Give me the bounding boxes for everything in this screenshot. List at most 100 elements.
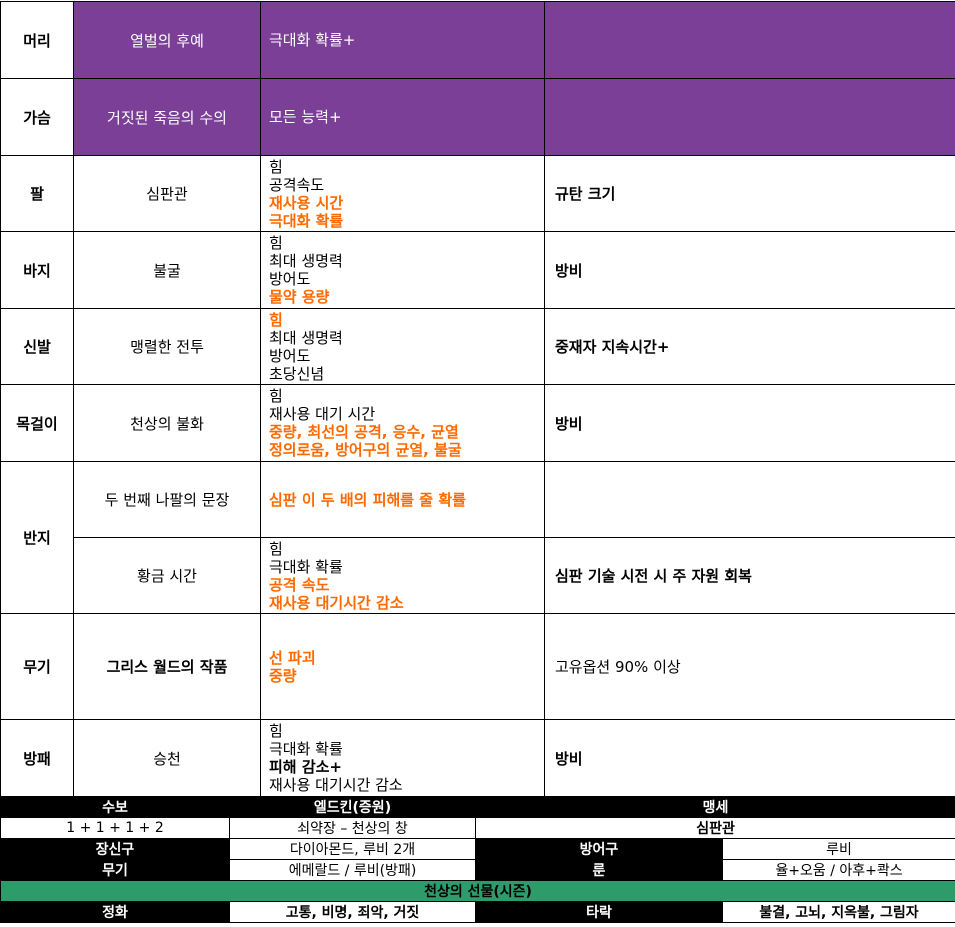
extra-option: 중재자 지속시간+ <box>544 308 955 385</box>
item-name: 천상의 불화 <box>73 384 261 462</box>
stat-list: 힘 극대화 확률 피해 감소+ 재사용 대기시간 감소 <box>260 719 545 797</box>
item-name: 황금 시간 <box>73 537 261 614</box>
stat: 정의로움, 방어구의 균열, 불굴 <box>269 441 462 459</box>
item-name: 맹렬한 전투 <box>73 308 261 385</box>
row-boots: 신발 맹렬한 전투 힘 최대 생명력 방어도 초당신념 중재자 지속시간+ <box>0 308 955 385</box>
stat: 힘 <box>269 234 283 252</box>
stat-list: 힘 최대 생명력 방어도 물약 용량 <box>260 231 545 309</box>
cell: 수보 <box>0 796 230 818</box>
cell: 율+오움 / 아후+콱스 <box>721 859 955 881</box>
summary-row: 장신구 다이아몬드, 루비 2개 방어구 루비 <box>0 838 955 860</box>
extra-option: 규탄 크기 <box>544 155 955 232</box>
stat-list: 심판 이 두 배의 피해를 줄 확률 <box>260 461 545 538</box>
extra-option <box>544 1 955 79</box>
gear-table: 머리 열벌의 후예 극대화 확률+ 가슴 거짓된 죽음의 수의 모든 능력+ 팔… <box>0 1 955 797</box>
row-pants: 바지 불굴 힘 최대 생명력 방어도 물약 용량 방비 <box>0 231 955 309</box>
row-weapon: 무기 그리스 월드의 작품 선 파괴 중량 고유옵션 90% 이상 <box>0 613 955 720</box>
summary-row: 천상의 선물(시즌) <box>0 880 955 902</box>
cell: 장신구 <box>0 838 230 860</box>
slot-label: 목걸이 <box>0 384 74 462</box>
stat-list: 힘 최대 생명력 방어도 초당신념 <box>260 308 545 385</box>
cell: 에메랄드 / 루비(방패) <box>229 859 476 881</box>
stat: 모든 능력+ <box>269 108 342 126</box>
row-head: 머리 열벌의 후예 극대화 확률+ <box>0 1 955 79</box>
stat: 재사용 대기시간 감소 <box>269 593 404 612</box>
stat: 공격 속도 <box>269 575 330 594</box>
row-ring-2: 황금 시간 힘 극대화 확률 공격 속도 재사용 대기시간 감소 심판 기술 시… <box>1 537 955 614</box>
stat: 방어도 <box>269 270 311 288</box>
cell: 타락 <box>475 901 723 923</box>
row-chest: 가슴 거짓된 죽음의 수의 모든 능력+ <box>0 78 955 156</box>
cell: 고통, 비명, 죄악, 거짓 <box>229 901 476 923</box>
summary-row: 정화 고통, 비명, 죄악, 거짓 타락 불결, 고뇌, 지옥불, 그림자 <box>0 901 955 923</box>
stat: 심판 이 두 배의 피해를 줄 확률 <box>269 490 466 509</box>
stat-list: 힘 극대화 확률 공격 속도 재사용 대기시간 감소 <box>260 537 545 614</box>
cell: 엘드킨(증원) <box>229 796 476 818</box>
slot-label: 신발 <box>0 308 74 385</box>
cell: 심판관 <box>474 817 955 839</box>
extra-option: 방비 <box>544 231 955 309</box>
stat-list: 모든 능력+ <box>260 78 545 156</box>
cell: 천상의 선물(시즌) <box>0 880 955 902</box>
stat: 재사용 대기 시간 <box>269 405 376 423</box>
stat: 재사용 시간 <box>269 193 344 212</box>
cell: 쇠약장 – 천상의 창 <box>229 817 476 839</box>
stat: 힘 <box>269 310 283 329</box>
cell: 정화 <box>0 901 230 923</box>
cell: 방어구 <box>475 838 723 860</box>
row-amulet: 목걸이 천상의 불화 힘 재사용 대기 시간 중량, 최선의 공격, 응수, 균… <box>0 384 955 462</box>
item-name: 승천 <box>73 719 261 797</box>
stat: 힘 <box>269 387 283 405</box>
item-name: 열벌의 후예 <box>73 1 261 79</box>
summary-row: 1 + 1 + 1 + 2 쇠약장 – 천상의 창 심판관 <box>0 817 955 839</box>
stat: 극대화 확률 <box>269 211 344 230</box>
row-ring-1: 반지 두 번째 나팔의 문장 심판 이 두 배의 피해를 줄 확률 <box>0 461 955 614</box>
cell: 불결, 고뇌, 지옥불, 그림자 <box>721 901 955 923</box>
row-arm: 팔 심판관 힘 공격속도 재사용 시간 극대화 확률 규탄 크기 <box>0 155 955 232</box>
slot-label: 반지 <box>0 461 74 614</box>
stat: 힘 <box>269 157 283 176</box>
slot-label: 머리 <box>0 1 74 79</box>
stat: 중량 <box>269 666 297 685</box>
slot-label: 가슴 <box>0 78 74 156</box>
slot-label: 무기 <box>0 613 74 720</box>
stat: 방어도 <box>269 346 311 365</box>
summary-row: 수보 엘드킨(증원) 맹세 <box>0 796 955 818</box>
stat: 중량, 최선의 공격, 응수, 균열 <box>269 423 459 441</box>
extra-option: 고유옵션 90% 이상 <box>544 613 955 720</box>
row-shield: 방패 승천 힘 극대화 확률 피해 감소+ 재사용 대기시간 감소 방비 <box>0 719 955 797</box>
stat: 힘 <box>269 539 283 558</box>
slot-label: 팔 <box>0 155 74 232</box>
cell: 룬 <box>475 859 723 881</box>
stat: 선 파괴 <box>269 648 316 667</box>
item-name: 심판관 <box>73 155 261 232</box>
build-sheet: 머리 열벌의 후예 극대화 확률+ 가슴 거짓된 죽음의 수의 모든 능력+ 팔… <box>0 0 955 927</box>
cell: 루비 <box>721 838 955 860</box>
extra-option: 심판 기술 시전 시 주 자원 회복 <box>544 537 955 614</box>
stat-list: 힘 재사용 대기 시간 중량, 최선의 공격, 응수, 균열 정의로움, 방어구… <box>260 384 545 462</box>
item-name: 그리스 월드의 작품 <box>73 613 261 720</box>
stat: 극대화 확률 <box>269 557 343 576</box>
stat: 최대 생명력 <box>269 328 343 347</box>
stat-list: 선 파괴 중량 <box>260 613 545 720</box>
summary-table: 수보 엘드킨(증원) 맹세 1 + 1 + 1 + 2 쇠약장 – 천상의 창 … <box>0 796 955 923</box>
stat: 물약 용량 <box>269 288 330 306</box>
stat: 공격속도 <box>269 175 325 194</box>
cell: 다이아몬드, 루비 2개 <box>229 838 476 860</box>
stat: 초당신념 <box>269 364 325 383</box>
extra-option: 방비 <box>544 384 955 462</box>
stat: 극대화 확률 <box>269 740 343 758</box>
slot-label: 바지 <box>0 231 74 309</box>
item-name: 불굴 <box>73 231 261 309</box>
stat: 최대 생명력 <box>269 252 343 270</box>
extra-option: 방비 <box>544 719 955 797</box>
stat: 힘 <box>269 722 283 740</box>
cell: 맹세 <box>474 796 955 818</box>
extra-option <box>544 461 955 538</box>
item-name: 두 번째 나팔의 문장 <box>73 461 261 538</box>
stat: 피해 감소+ <box>269 758 342 776</box>
stat-list: 극대화 확률+ <box>260 1 545 79</box>
stat: 극대화 확률+ <box>269 31 356 49</box>
item-name: 거짓된 죽음의 수의 <box>73 78 261 156</box>
cell: 무기 <box>0 859 230 881</box>
